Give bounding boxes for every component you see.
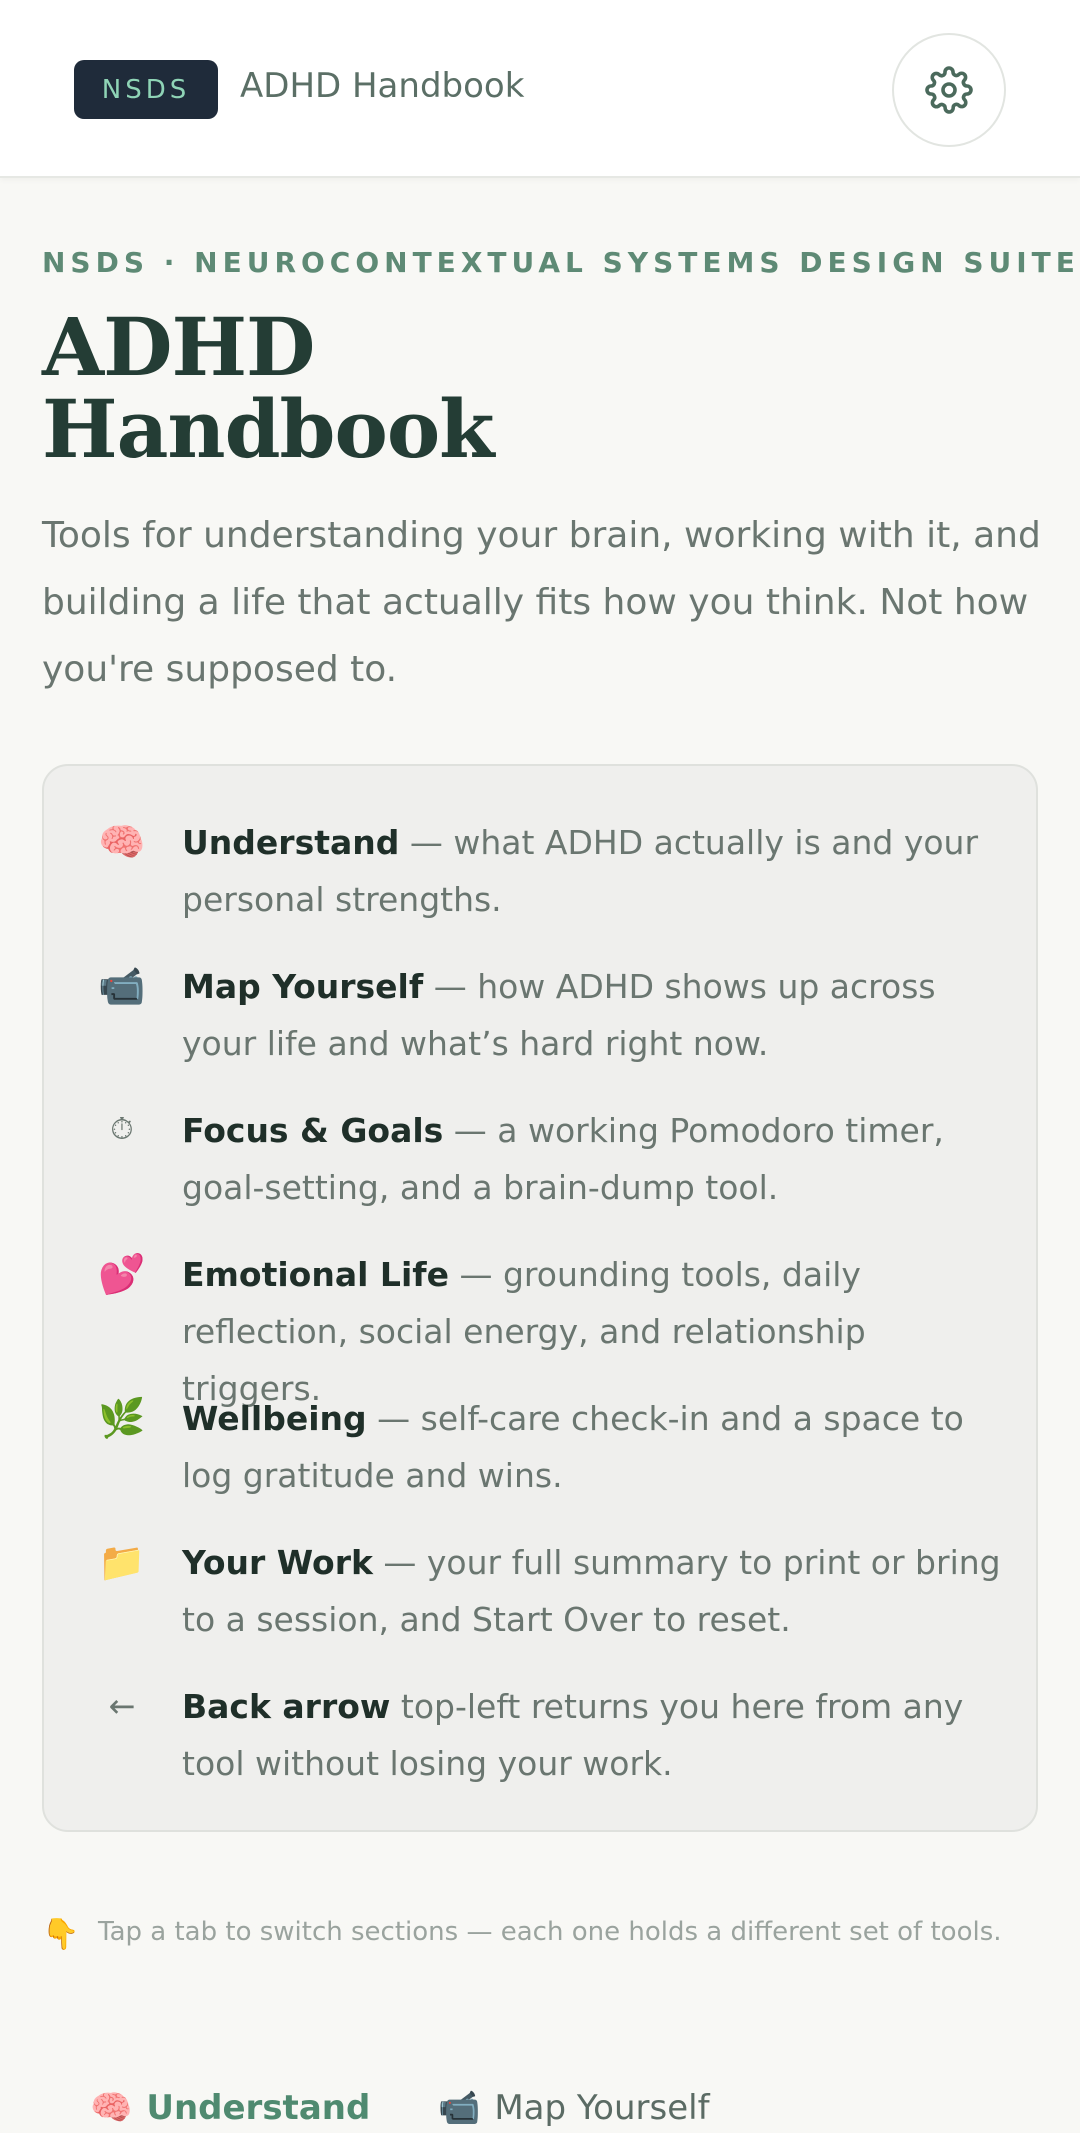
overview-item-label: Map Yourself xyxy=(182,967,424,1006)
section-tabs: 🧠 Understand 📹 Map Yourself xyxy=(0,2080,1080,2133)
tab-label: Map Yourself xyxy=(494,2088,710,2128)
tab-understand[interactable]: 🧠 Understand xyxy=(90,2080,370,2133)
settings-button[interactable] xyxy=(892,33,1006,147)
herb-icon: 🌿 xyxy=(98,1396,146,1440)
folder-icon: 📁 xyxy=(98,1540,146,1584)
tab-hint-text: Tap a tab to switch sections — each one … xyxy=(98,1917,1002,1947)
overview-item-label: Back arrow xyxy=(182,1687,391,1726)
tab-map-yourself[interactable]: 📹 Map Yourself xyxy=(438,2080,710,2133)
overview-card: 🧠 Understand — what ADHD actually is and… xyxy=(42,764,1038,1832)
brain-icon: 🧠 xyxy=(90,2088,133,2128)
brand-badge[interactable]: NSDS xyxy=(74,60,218,119)
tab-label: Understand xyxy=(146,2088,371,2128)
gear-icon xyxy=(925,66,973,114)
top-bar: NSDS ADHD Handbook xyxy=(0,0,1080,178)
suite-kicker: NSDS · NEUROCONTEXTUAL SYSTEMS DESIGN SU… xyxy=(42,246,1080,279)
overview-item-label: Focus & Goals xyxy=(182,1111,444,1150)
video-camera-icon: 📹 xyxy=(438,2088,481,2128)
overview-item-label: Understand xyxy=(182,823,400,862)
page-title-line1: ADHD xyxy=(42,300,315,394)
page-subtitle: Tools for understanding your brain, work… xyxy=(42,515,1041,690)
overview-item-label: Your Work xyxy=(182,1543,373,1582)
overview-item-label: Wellbeing xyxy=(182,1399,367,1438)
page-title-line2: Handbook xyxy=(42,382,495,476)
video-camera-icon: 📹 xyxy=(98,964,146,1008)
hearts-icon: 💕 xyxy=(98,1252,146,1296)
overview-item-label: Emotional Life xyxy=(182,1255,449,1294)
back-arrow-icon: ← xyxy=(108,1687,136,1725)
app-title[interactable]: ADHD Handbook xyxy=(240,66,524,106)
pointing-down-icon: 👇 xyxy=(42,1917,80,1952)
page-title: ADHD Handbook xyxy=(42,306,942,470)
stopwatch-icon: ⏱ xyxy=(110,1112,134,1147)
brain-icon: 🧠 xyxy=(98,820,146,864)
